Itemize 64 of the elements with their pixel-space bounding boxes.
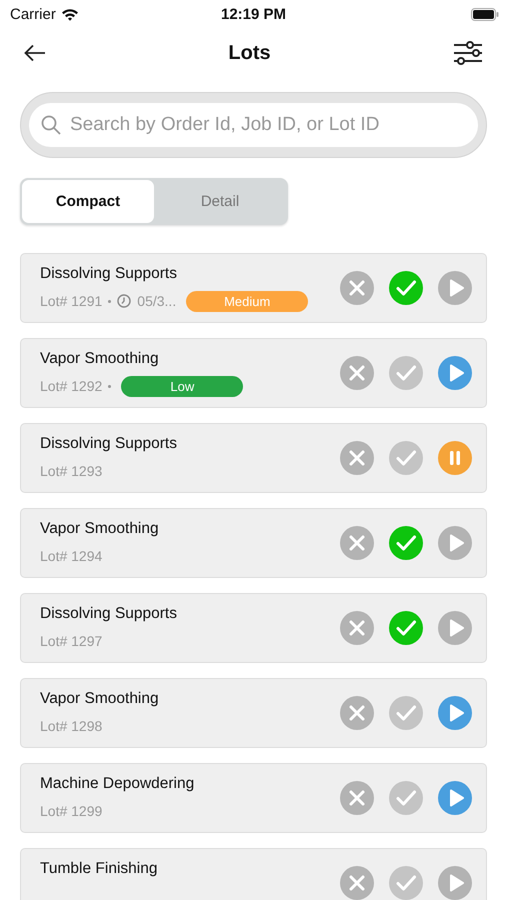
complete-button[interactable] (389, 271, 423, 305)
lot-title: Dissolving Supports (40, 435, 177, 453)
lot-title: Vapor Smoothing (40, 350, 160, 368)
lot-card[interactable]: Dissolving Supports Lot# 1291 05/3... Medium (20, 253, 487, 323)
complete-button[interactable] (389, 866, 423, 900)
separator-dot (108, 384, 112, 388)
lot-number: Lot# 1297 (40, 633, 102, 649)
complete-button[interactable] (389, 526, 423, 560)
cancel-button[interactable] (340, 696, 374, 730)
cancel-button[interactable] (340, 866, 374, 900)
complete-button[interactable] (389, 441, 423, 475)
play-button[interactable] (438, 271, 472, 305)
status-time: 12:19 PM (220, 6, 286, 22)
separator-dot (108, 300, 112, 302)
lot-card[interactable]: Machine Depowdering Lot# 1299 (20, 763, 487, 833)
lot-title: Dissolving Supports (40, 605, 177, 623)
search-field[interactable]: Search by Order Id, Job ID, or Lot ID (29, 103, 478, 147)
cancel-button[interactable] (340, 611, 374, 645)
complete-button[interactable] (389, 696, 423, 730)
battery-icon (471, 8, 499, 20)
priority-badge: Low (121, 376, 244, 396)
complete-button[interactable] (389, 356, 423, 390)
filter-settings-icon[interactable] (453, 41, 483, 65)
complete-button[interactable] (389, 611, 423, 645)
lot-card[interactable]: Dissolving Supports Lot# 1297 (20, 593, 487, 663)
lot-card[interactable]: Vapor Smoothing Lot# 1298 (20, 678, 487, 748)
cancel-button[interactable] (340, 441, 374, 475)
play-button[interactable] (438, 866, 472, 900)
cancel-button[interactable] (340, 271, 374, 305)
view-tab[interactable]: Compact (22, 180, 154, 223)
cancel-button[interactable] (340, 781, 374, 815)
priority-badge: Medium (186, 290, 308, 312)
search-input[interactable]: Search by Order Id, Job ID, or Lot ID (68, 113, 466, 137)
wifi-icon (60, 8, 79, 20)
complete-button[interactable] (389, 781, 423, 815)
lot-title: Machine Depowdering (40, 775, 194, 793)
cancel-button[interactable] (340, 526, 374, 560)
lot-title: Dissolving Supports (40, 265, 178, 283)
lot-date: 05/3... (137, 293, 176, 309)
lot-title: Vapor Smoothing (40, 520, 159, 538)
lot-number: Lot# 1299 (40, 803, 102, 819)
lot-card[interactable]: Vapor Smoothing Lot# 1292 Low (20, 338, 487, 408)
lot-title: Vapor Smoothing (40, 690, 159, 708)
lot-card[interactable]: Vapor Smoothing Lot# 1294 (20, 508, 487, 578)
search-icon (41, 115, 61, 135)
carrier-label: Carrier (10, 6, 56, 22)
lot-card[interactable]: Tumble Finishing (20, 848, 487, 900)
clock-icon (117, 294, 132, 308)
lot-number: Lot# 1291 (40, 293, 102, 309)
lot-number: Lot# 1292 (40, 378, 102, 394)
back-arrow-icon[interactable] (24, 44, 46, 62)
play-button[interactable] (438, 526, 472, 560)
page-title: Lots (228, 42, 271, 64)
play-button[interactable] (438, 356, 472, 390)
lot-title: Tumble Finishing (40, 860, 158, 878)
play-button[interactable] (438, 696, 472, 730)
lot-number: Lot# 1293 (40, 463, 102, 479)
cancel-button[interactable] (340, 356, 374, 390)
play-button[interactable] (438, 781, 472, 815)
play-button[interactable] (438, 611, 472, 645)
lot-number: Lot# 1298 (40, 718, 102, 734)
lot-number: Lot# 1294 (40, 548, 102, 564)
lot-card[interactable]: Dissolving Supports Lot# 1293 (20, 423, 487, 493)
pause-button[interactable] (438, 441, 472, 475)
